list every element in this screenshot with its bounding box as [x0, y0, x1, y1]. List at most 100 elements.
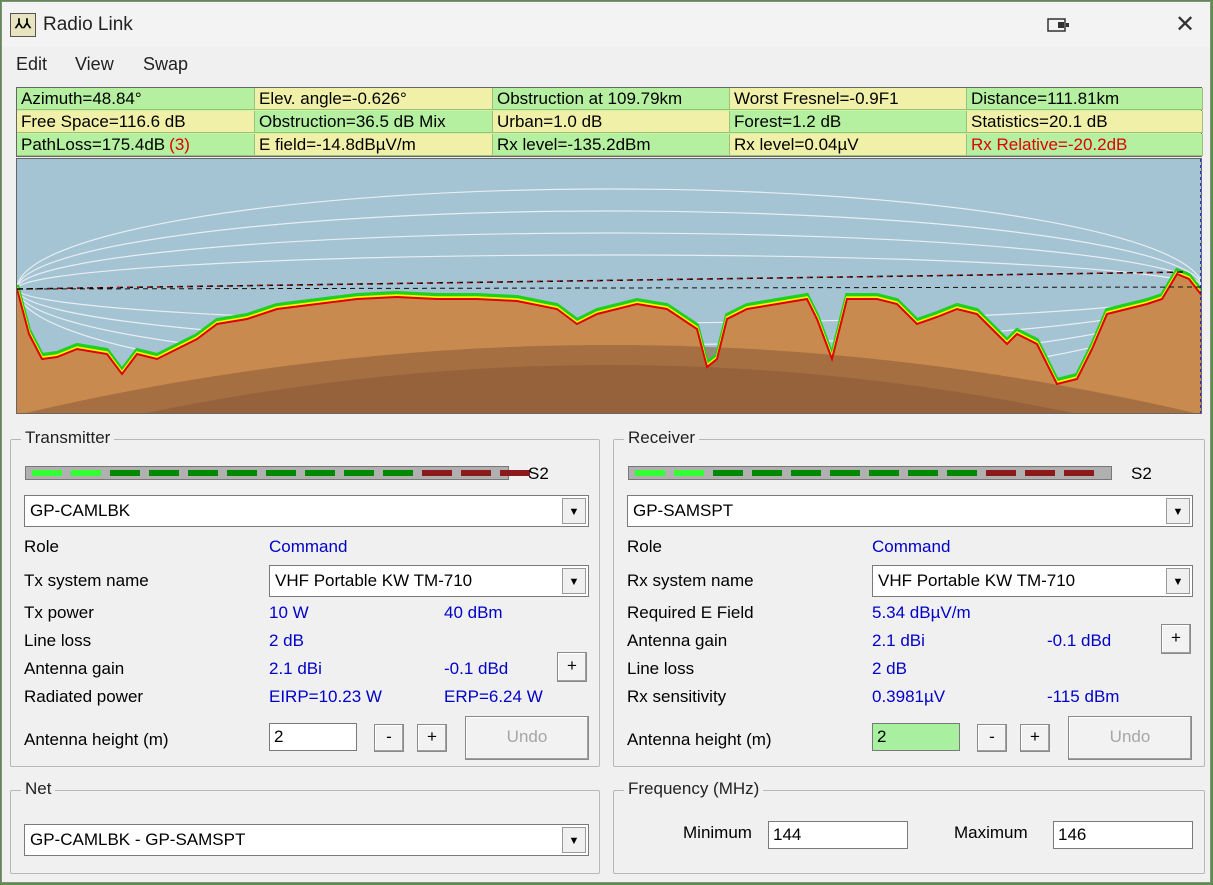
- chevron-down-icon[interactable]: ▼: [1166, 498, 1190, 524]
- tx-height-plus-button[interactable]: +: [417, 724, 447, 752]
- tx-power-w: 10 W: [269, 603, 309, 622]
- frequency-max-input[interactable]: 146: [1053, 821, 1193, 849]
- meter-segment: [830, 470, 860, 476]
- meter-segment: [305, 470, 335, 476]
- tx-role-label: Role: [24, 537, 59, 556]
- tx-undo-button[interactable]: Undo: [465, 716, 589, 760]
- rx-height-input[interactable]: 2: [872, 723, 960, 751]
- tx-role-value: Command: [269, 537, 348, 556]
- rx-lineloss-value: 2 dB: [872, 659, 907, 678]
- info-cell-note: (3): [169, 135, 190, 154]
- tx-gain-dbd: -0.1 dBd: [444, 659, 509, 678]
- info-cell: Urban=1.0 dB: [493, 111, 730, 133]
- net-value: GP-CAMLBK - GP-SAMSPT: [30, 830, 246, 849]
- tx-height-label: Antenna height (m): [24, 730, 169, 749]
- meter-segment: [869, 470, 899, 476]
- tx-meter-label: S2: [528, 464, 549, 483]
- meter-segment: [149, 470, 179, 476]
- rx-efield-label: Required E Field: [627, 603, 754, 622]
- tx-eirp: EIRP=10.23 W: [269, 687, 382, 706]
- tx-gain-label: Antenna gain: [24, 659, 125, 678]
- tx-gain-plus-button[interactable]: +: [557, 652, 587, 682]
- meter-segment: [752, 470, 782, 476]
- info-cell: Free Space=116.6 dB: [17, 111, 255, 133]
- meter-segment: [71, 470, 101, 476]
- info-cell: Worst Fresnel=-0.9F1: [730, 88, 967, 110]
- info-cell: Elev. angle=-0.626°: [255, 88, 493, 110]
- frequency-min-label: Minimum: [683, 823, 752, 842]
- tx-lineloss-value: 2 dB: [269, 631, 304, 650]
- rx-system-value: VHF Portable KW TM-710: [878, 571, 1076, 590]
- rx-gain-label: Antenna gain: [627, 631, 728, 650]
- close-icon[interactable]: ✕: [1172, 12, 1198, 38]
- meter-segment: [1064, 470, 1094, 476]
- rx-undo-button[interactable]: Undo: [1068, 716, 1192, 760]
- info-cell-text: E field=-14.8dBµV/m: [259, 135, 416, 154]
- tx-power-label: Tx power: [24, 603, 94, 622]
- chevron-down-icon[interactable]: ▼: [562, 827, 586, 853]
- rx-height-plus-button[interactable]: +: [1020, 724, 1050, 752]
- tx-signal-meter: [25, 466, 530, 480]
- tx-height-minus-button[interactable]: -: [374, 724, 404, 752]
- rx-signal-meter: [628, 466, 1112, 480]
- rx-gain-dbd: -0.1 dBd: [1047, 631, 1112, 650]
- meter-segment: [422, 470, 452, 476]
- info-cell-text: Distance=111.81km: [971, 89, 1120, 108]
- tx-height-input[interactable]: 2: [269, 723, 357, 751]
- rx-role-label: Role: [627, 537, 662, 556]
- chevron-down-icon[interactable]: ▼: [1166, 568, 1190, 594]
- meter-segment: [713, 470, 743, 476]
- info-cell: Azimuth=48.84°: [17, 88, 255, 110]
- frequency-group: Frequency (MHz) Minimum 144 Maximum 146: [613, 779, 1205, 874]
- rx-gain-plus-button[interactable]: +: [1161, 624, 1191, 654]
- net-select[interactable]: GP-CAMLBK - GP-SAMSPT ▼: [24, 824, 589, 856]
- meter-segment: [635, 470, 665, 476]
- meter-segment: [986, 470, 1016, 476]
- rx-sens-dbm: -115 dBm: [1047, 687, 1120, 706]
- info-cell-text: Free Space=116.6 dB: [21, 112, 186, 131]
- info-cell-text: Rx level=0.04µV: [734, 135, 859, 154]
- tx-lineloss-label: Line loss: [24, 631, 92, 650]
- info-cell: Obstruction=36.5 dB Mix: [255, 111, 493, 133]
- rx-unit-value: GP-SAMSPT: [633, 501, 734, 520]
- menu-swap[interactable]: Swap: [143, 54, 188, 75]
- title-bar: ⅄⅄ Radio Link ✕: [2, 2, 1210, 47]
- info-cell: Distance=111.81km: [967, 88, 1203, 110]
- rx-meter-label: S2: [1131, 464, 1152, 483]
- info-cell: Rx level=-135.2dBm: [493, 134, 730, 156]
- rx-efield-value: 5.34 dBµV/m: [872, 603, 971, 622]
- window-title: Radio Link: [43, 14, 133, 35]
- frequency-min-input[interactable]: 144: [768, 821, 908, 849]
- tx-unit-value: GP-CAMLBK: [30, 501, 131, 520]
- meter-segment: [383, 470, 413, 476]
- info-cell: Rx level=0.04µV: [730, 134, 967, 156]
- meter-segment: [908, 470, 938, 476]
- menu-view[interactable]: View: [75, 54, 114, 75]
- tx-system-select[interactable]: VHF Portable KW TM-710 ▼: [269, 565, 589, 597]
- app-icon: ⅄⅄: [10, 13, 36, 37]
- menu-edit[interactable]: Edit: [16, 54, 47, 75]
- rx-height-label: Antenna height (m): [627, 730, 772, 749]
- info-cell-text: Obstruction=36.5 dB Mix: [259, 112, 446, 131]
- meter-segment: [791, 470, 821, 476]
- receiver-group: Receiver S2 GP-SAMSPT ▼ Role Command Rx …: [613, 428, 1205, 767]
- meter-segment: [947, 470, 977, 476]
- tx-gain-dbi: 2.1 dBi: [269, 659, 322, 678]
- tx-unit-select[interactable]: GP-CAMLBK ▼: [24, 495, 589, 527]
- rx-role-value: Command: [872, 537, 951, 556]
- meter-segment: [188, 470, 218, 476]
- menu-bar: Edit View Swap: [2, 49, 1210, 81]
- rx-system-select[interactable]: VHF Portable KW TM-710 ▼: [872, 565, 1193, 597]
- info-cell-text: Urban=1.0 dB: [497, 112, 603, 131]
- rx-height-minus-button[interactable]: -: [977, 724, 1007, 752]
- info-cell-text: Statistics=20.1 dB: [971, 112, 1108, 131]
- rx-lineloss-label: Line loss: [627, 659, 695, 678]
- net-group: Net GP-CAMLBK - GP-SAMSPT ▼: [10, 779, 600, 874]
- tx-power-dbm: 40 dBm: [444, 603, 503, 622]
- rx-unit-select[interactable]: GP-SAMSPT ▼: [627, 495, 1193, 527]
- chevron-down-icon[interactable]: ▼: [562, 568, 586, 594]
- restore-icon[interactable]: [1047, 16, 1071, 34]
- rx-sens-uv: 0.3981µV: [872, 687, 946, 706]
- chevron-down-icon[interactable]: ▼: [562, 498, 586, 524]
- info-cell: Obstruction at 109.79km: [493, 88, 730, 110]
